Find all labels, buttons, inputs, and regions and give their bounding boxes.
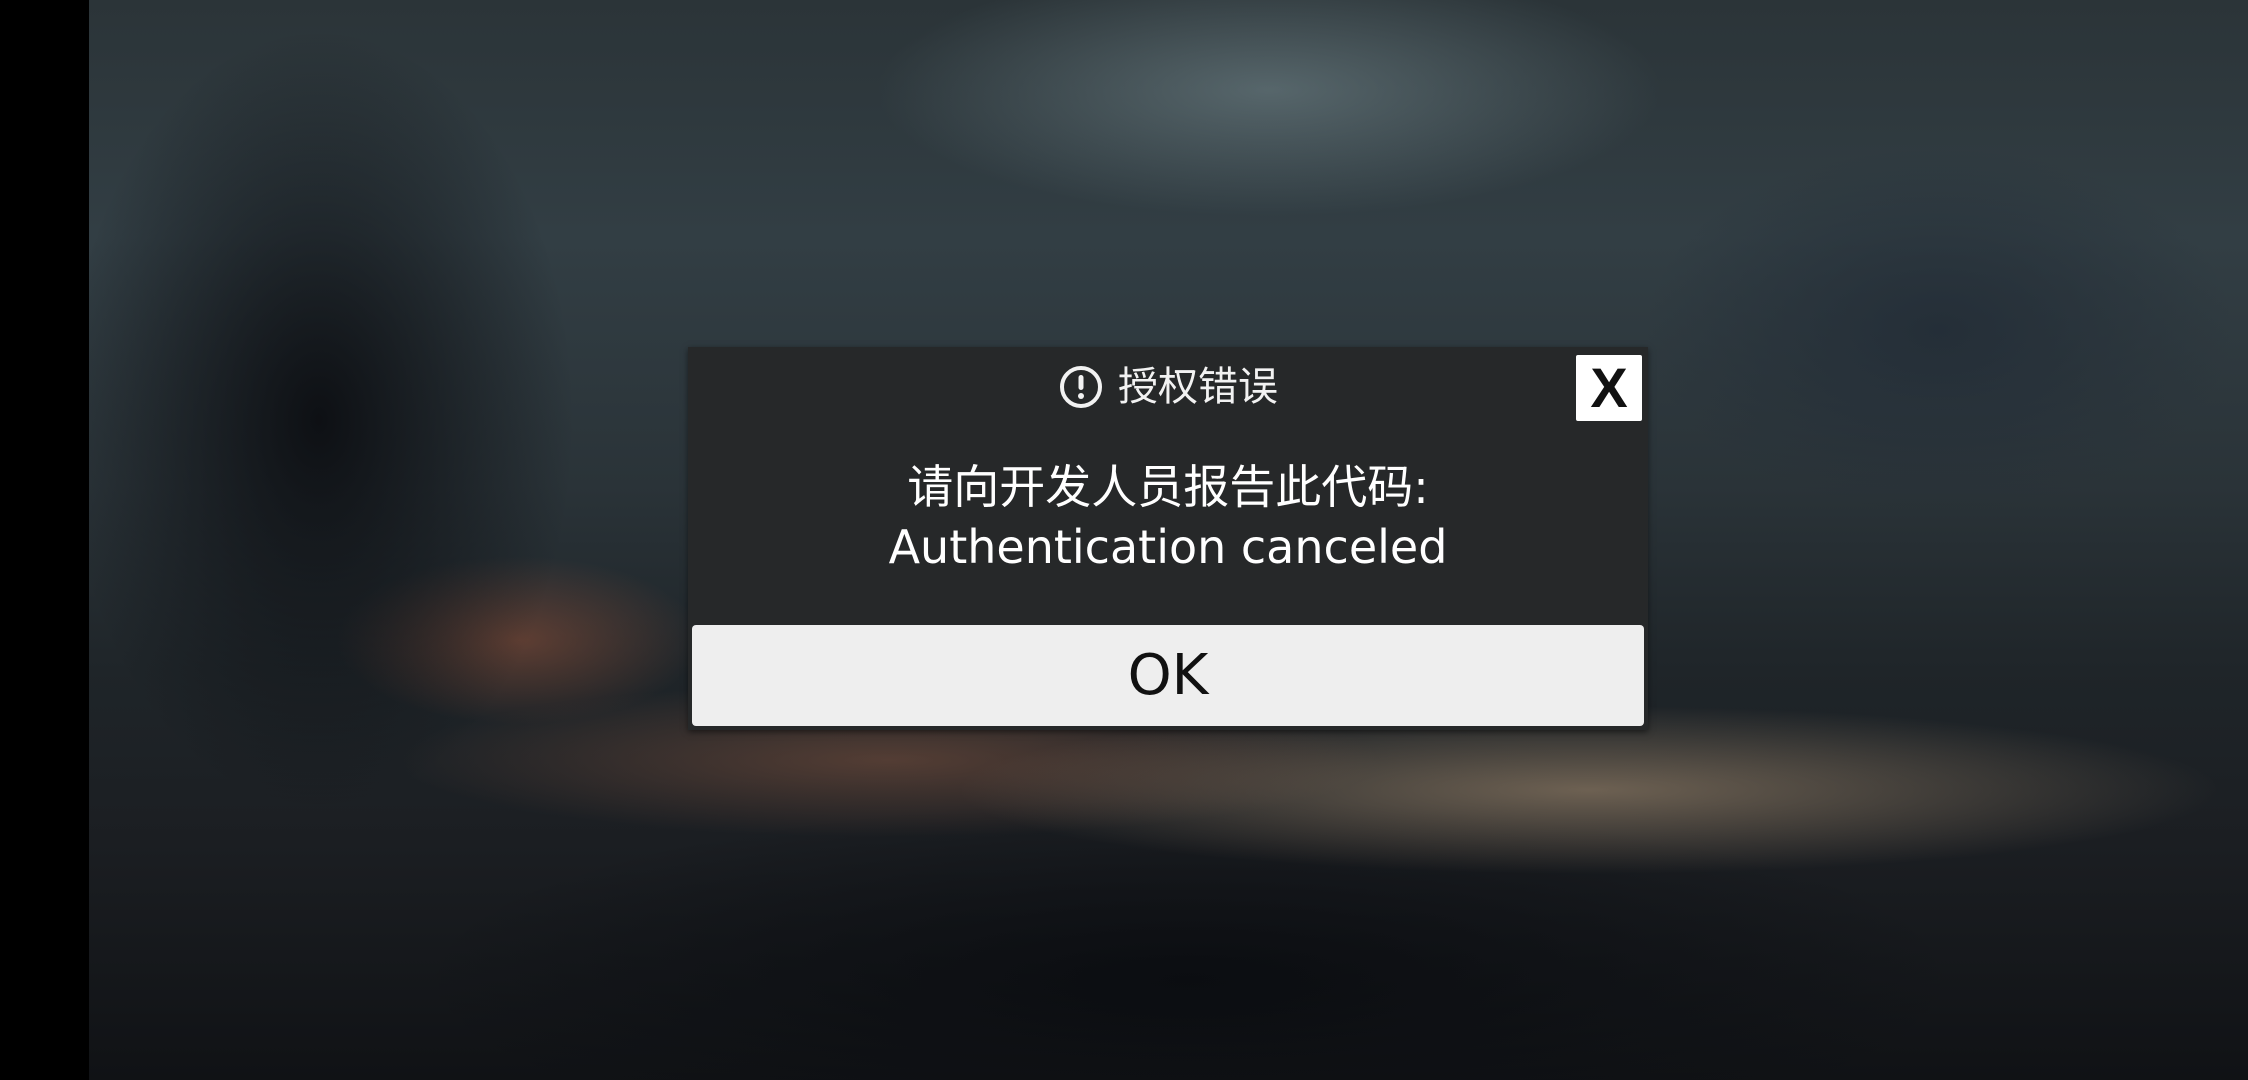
left-inset-bar (0, 0, 89, 1080)
message-line-error-code: Authentication canceled (888, 520, 1448, 574)
dialog-header: 授权错误 X (688, 347, 1648, 427)
alert-circle-icon (1058, 364, 1104, 410)
dialog-title-group: 授权错误 (1058, 364, 1278, 410)
dialog-title: 授权错误 (1118, 364, 1278, 410)
dialog-message: 请向开发人员报告此代码: Authentication canceled (688, 457, 1648, 577)
screen: 授权错误 X 请向开发人员报告此代码: Authentication cance… (0, 0, 2248, 1080)
message-line-instruction: 请向开发人员报告此代码: (907, 460, 1429, 514)
close-button[interactable]: X (1576, 355, 1642, 421)
ok-button[interactable]: OK (692, 625, 1644, 726)
authorization-error-dialog: 授权错误 X 请向开发人员报告此代码: Authentication cance… (688, 347, 1648, 730)
